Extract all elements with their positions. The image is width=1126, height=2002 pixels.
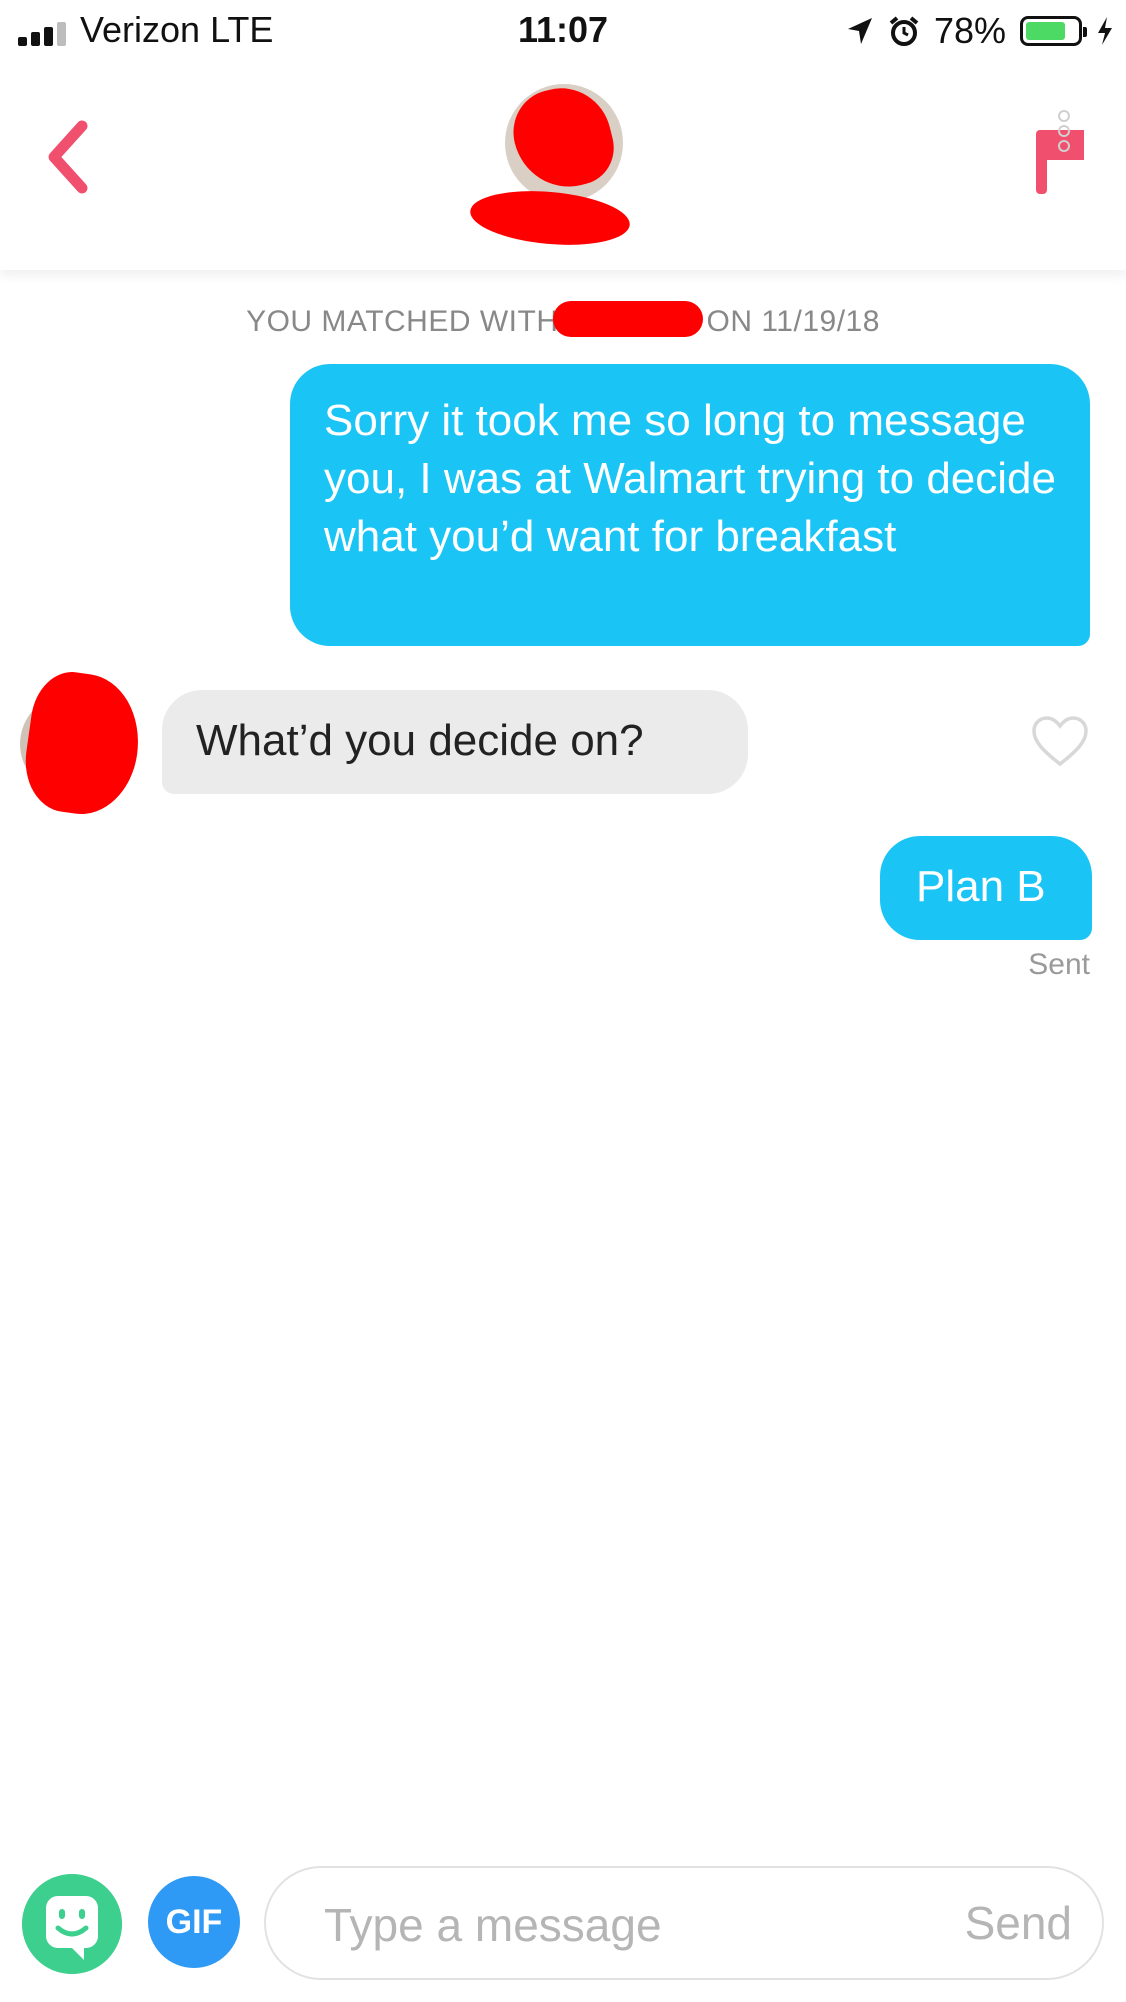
sent-status-label: Sent xyxy=(1028,948,1090,981)
scroll-indicator xyxy=(1058,110,1078,155)
match-prefix: YOU MATCHED WITH xyxy=(246,305,559,338)
sticker-face-icon[interactable] xyxy=(22,1874,122,1974)
battery-percent: 78% xyxy=(933,10,1006,51)
status-bar: Verizon LTE 11:07 78% xyxy=(0,0,1126,62)
redaction-scribble xyxy=(18,667,148,821)
gif-button[interactable]: GIF xyxy=(148,1876,240,1968)
sender-avatar[interactable] xyxy=(18,667,150,821)
back-chevron-icon[interactable] xyxy=(38,112,98,202)
match-avatar[interactable] xyxy=(505,84,623,202)
heart-icon[interactable] xyxy=(1030,714,1090,768)
received-message-bubble[interactable]: What’d you decide on? xyxy=(162,690,748,794)
send-button[interactable]: Send xyxy=(965,1896,1072,1950)
match-name-redaction-inline xyxy=(552,301,703,338)
match-info: YOU MATCHED WITH ON 11/19/18 xyxy=(0,301,1126,339)
battery-icon xyxy=(1020,16,1087,46)
status-right-group: 78% xyxy=(846,10,1114,52)
match-date: ON 11/19/18 xyxy=(706,305,880,338)
location-arrow-icon xyxy=(847,18,872,44)
alarm-clock-icon xyxy=(889,16,919,46)
message-composer: GIF Send xyxy=(0,1860,1126,2002)
match-name-redaction xyxy=(468,185,632,251)
charging-bolt-icon xyxy=(1098,17,1112,45)
chat-header xyxy=(0,62,1126,270)
message-input[interactable] xyxy=(324,1890,884,1960)
message-input-container: Send xyxy=(264,1866,1104,1980)
redaction-scribble xyxy=(505,84,622,199)
sent-message-bubble[interactable]: Sorry it took me so long to message you,… xyxy=(290,364,1090,646)
sent-message-bubble[interactable]: Plan B xyxy=(880,836,1092,940)
